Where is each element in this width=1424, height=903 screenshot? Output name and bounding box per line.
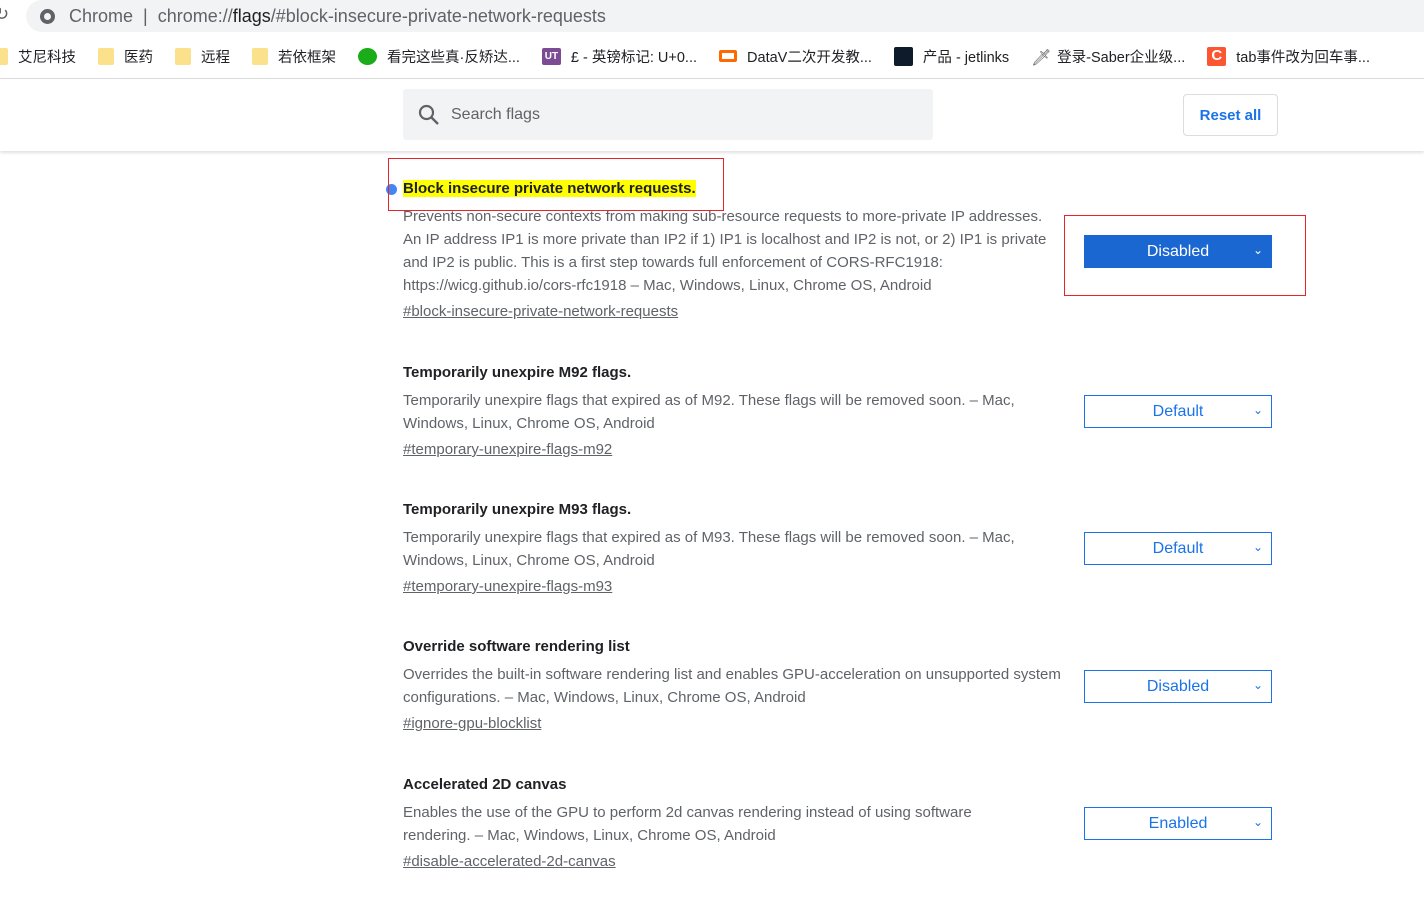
search-input[interactable]: Search flags [403, 89, 933, 140]
url: chrome://flags/#block-insecure-private-n… [157, 5, 606, 26]
folder-icon [0, 47, 8, 65]
annotation-box [388, 158, 724, 211]
bookmark[interactable]: Ctab事件改为回车事... [1207, 46, 1370, 67]
separator: | [143, 5, 148, 26]
bookmark-label: 产品 - jetlinks [922, 49, 1010, 66]
csdn-icon: C [1207, 46, 1227, 66]
chevron-down-icon: ⌄ [1252, 815, 1263, 829]
flag-link[interactable]: #disable-accelerated-2d-canvas [403, 850, 616, 873]
flag-description: Overrides the built-in software renderin… [403, 666, 1061, 706]
wechat-icon [358, 47, 377, 65]
flag-select[interactable]: Default ⌄ [1084, 395, 1272, 428]
flag-select[interactable]: Default ⌄ [1084, 532, 1272, 565]
search-icon [418, 104, 439, 125]
bookmark[interactable]: 产品 - jetlinks [893, 46, 1010, 67]
flag-item: Temporarily unexpire M93 flags. Temporar… [403, 499, 1073, 598]
flag-title: Temporarily unexpire M93 flags. [403, 501, 632, 518]
search-placeholder: Search flags [451, 105, 540, 123]
app-name: Chrome [69, 5, 134, 26]
chevron-down-icon: ⌄ [1252, 403, 1263, 417]
folder-icon [252, 47, 268, 65]
browser-toolbar: ↻ Chrome | chrome://flags/#block-insecur… [0, 0, 1424, 34]
address-bar[interactable]: Chrome | chrome://flags/#block-insecure-… [26, 0, 1424, 32]
bookmark-label: 医药 [124, 49, 153, 66]
flag-link[interactable]: #block-insecure-private-network-requests [403, 300, 678, 323]
bookmark[interactable]: 看完这些真·反矫达... [358, 46, 520, 67]
sword-icon: 🗡 [1031, 49, 1052, 67]
annotation-box [1064, 215, 1306, 296]
bookmark[interactable]: DataV二次开发教... [719, 46, 872, 67]
flag-link[interactable]: #temporary-unexpire-flags-m93 [403, 575, 612, 598]
bookmark[interactable]: 艾尼科技 [0, 46, 76, 67]
bookmark[interactable]: 医药 [98, 46, 153, 67]
chevron-down-icon: ⌄ [1252, 678, 1263, 692]
bookmark-label: DataV二次开发教... [747, 49, 872, 66]
flag-description: Temporarily unexpire flags that expired … [403, 392, 1015, 432]
chrome-icon [40, 8, 55, 24]
jetlinks-icon [893, 46, 913, 66]
flag-select[interactable]: Enabled ⌄ [1084, 807, 1272, 840]
bookmark[interactable]: UT £ - 英镑标记: U+0... [541, 46, 698, 67]
flag-title: Override software rendering list [403, 638, 630, 655]
flag-select[interactable]: Disabled ⌄ [1084, 670, 1272, 703]
bookmark-label: 艾尼科技 [18, 49, 76, 66]
bookmark-label: 看完这些真·反矫达... [387, 49, 520, 66]
bookmark[interactable]: 🗡 登录-Saber企业级... [1031, 46, 1185, 67]
bookmark-label: 远程 [201, 49, 230, 66]
flag-description: Temporarily unexpire flags that expired … [403, 529, 1015, 569]
bookmark[interactable]: 若依框架 [252, 46, 336, 67]
flag-link[interactable]: #ignore-gpu-blocklist [403, 712, 541, 735]
reset-all-button[interactable]: Reset all [1183, 94, 1278, 136]
flags-header: Search flags Reset all [0, 79, 1424, 151]
flag-title: Accelerated 2D canvas [403, 776, 567, 793]
bookmark[interactable]: 远程 [175, 46, 230, 67]
ut-icon: UT [541, 47, 561, 65]
bookmark-label: 登录-Saber企业级... [1057, 49, 1186, 66]
bookmark-label: tab事件改为回车事... [1236, 49, 1370, 66]
flag-description: Prevents non-secure contexts from making… [403, 208, 1047, 294]
bookmark-label: £ - 英镑标记: U+0... [570, 49, 698, 66]
folder-icon [175, 47, 191, 65]
flag-item: Temporarily unexpire M92 flags. Temporar… [403, 362, 1073, 461]
flag-item: Override software rendering list Overrid… [403, 636, 1073, 735]
flag-title: Temporarily unexpire M92 flags. [403, 364, 632, 381]
reload-icon[interactable]: ↻ [0, 4, 9, 25]
folder-icon [98, 47, 114, 65]
flag-item: Accelerated 2D canvas Enables the use of… [403, 774, 1073, 873]
chevron-down-icon: ⌄ [1252, 540, 1263, 554]
datav-icon [719, 50, 738, 62]
flag-link[interactable]: #temporary-unexpire-flags-m92 [403, 438, 612, 461]
bookmarks-bar: 艾尼科技 医药 远程 若依框架 看完这些真·反矫达... UT £ - 英镑标记:… [0, 40, 1424, 72]
flag-description: Enables the use of the GPU to perform 2d… [403, 804, 972, 844]
bookmark-label: 若依框架 [278, 49, 336, 66]
